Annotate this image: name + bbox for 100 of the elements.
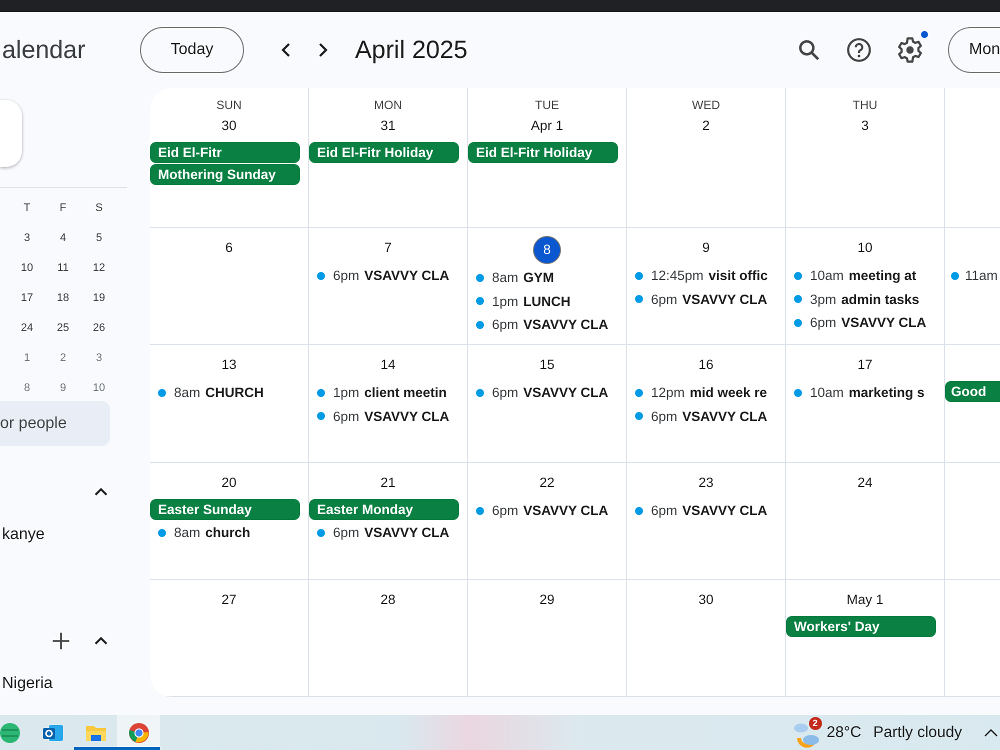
search-icon[interactable] <box>796 37 822 63</box>
date-number[interactable]: 15 <box>539 353 555 379</box>
people-search-field[interactable]: or people <box>0 401 110 446</box>
all-day-event[interactable]: Eid El-Fitr Holiday <box>309 142 459 163</box>
view-button[interactable]: Mon <box>948 27 1000 73</box>
event-time[interactable]: 11am <box>965 268 998 284</box>
mini-calendar-day[interactable]: 5 <box>81 223 117 253</box>
mini-calendar-day[interactable]: 11 <box>45 253 81 283</box>
mini-calendar-day[interactable]: 8 <box>9 373 45 403</box>
event-title[interactable]: client meetin <box>364 385 447 400</box>
today-button[interactable]: Today <box>140 27 244 73</box>
mini-calendar-day[interactable]: 2 <box>45 343 81 373</box>
calendar-list-item[interactable]: Nigeria <box>2 669 53 699</box>
date-number[interactable]: 16 <box>698 353 714 379</box>
event-time[interactable]: 6pm <box>651 292 678 307</box>
mini-calendar-day[interactable]: 12 <box>81 253 117 283</box>
all-day-event[interactable]: Good <box>945 381 1000 402</box>
mini-calendar-day[interactable]: 3 <box>9 223 45 253</box>
mini-calendar-day[interactable]: 10 <box>9 253 45 283</box>
event-title[interactable]: CHURCH <box>205 385 264 400</box>
event-time[interactable]: 1pm <box>492 294 518 309</box>
date-number[interactable]: 6 <box>225 236 233 262</box>
date-number[interactable]: May 1 <box>846 588 884 614</box>
event-time[interactable]: 12:45pm <box>651 268 704 284</box>
date-number[interactable]: 14 <box>380 353 396 379</box>
event-time[interactable]: 6pm <box>333 408 360 424</box>
date-number[interactable]: 7 <box>384 236 392 262</box>
event-title[interactable]: VSAVVY CLA <box>682 408 768 424</box>
event-time[interactable]: 6pm <box>333 268 360 284</box>
mini-calendar-day[interactable]: 17 <box>9 283 45 313</box>
mini-calendar-day[interactable]: 10 <box>81 373 117 403</box>
event-time[interactable]: 6pm <box>492 385 518 400</box>
event-time[interactable]: 6pm <box>651 503 678 518</box>
event-title[interactable]: LUNCH <box>523 294 571 309</box>
date-number[interactable]: 28 <box>380 588 396 614</box>
date-number[interactable]: 3 <box>861 114 869 140</box>
date-number[interactable]: 2 <box>702 114 710 140</box>
date-number[interactable]: 22 <box>539 471 555 497</box>
date-number[interactable]: 8 <box>533 236 561 264</box>
event-title[interactable]: VSAVVY CLA <box>523 385 608 400</box>
add-icon[interactable] <box>50 630 72 652</box>
mini-calendar-day[interactable]: 26 <box>81 313 117 343</box>
date-number[interactable]: 31 <box>380 114 396 140</box>
event-title[interactable]: meeting at <box>848 268 916 284</box>
date-number[interactable]: 30 <box>698 588 714 614</box>
mini-calendar-day[interactable]: 9 <box>45 373 81 403</box>
event-time[interactable]: 8am <box>492 270 518 286</box>
all-day-event[interactable]: Easter Sunday <box>150 499 300 520</box>
event-title[interactable]: VSAVVY CLA <box>682 292 768 307</box>
event-time[interactable]: 10am <box>810 385 844 400</box>
event-time[interactable]: 12pm <box>651 385 685 400</box>
settings-icon[interactable] <box>896 36 924 64</box>
event-time[interactable]: 3pm <box>810 292 836 307</box>
mini-calendar-day[interactable]: 1 <box>9 343 45 373</box>
date-number[interactable]: 13 <box>221 353 237 379</box>
date-number[interactable]: 27 <box>221 588 237 614</box>
date-number[interactable]: 20 <box>221 471 237 497</box>
all-day-event[interactable]: Workers' Day <box>786 616 936 637</box>
event-title[interactable]: admin tasks <box>841 292 920 307</box>
date-number[interactable]: 23 <box>698 471 714 497</box>
taskbar-app-button[interactable] <box>117 715 160 750</box>
event-time[interactable]: 6pm <box>492 317 518 332</box>
event-title[interactable]: marketing s <box>848 385 925 400</box>
mini-calendar-day[interactable]: 19 <box>81 283 117 313</box>
event-time[interactable]: 6pm <box>333 525 360 540</box>
event-title[interactable]: VSAVVY CLA <box>364 268 450 284</box>
date-number[interactable]: 21 <box>380 471 396 497</box>
mini-calendar-day[interactable]: 25 <box>45 313 81 343</box>
event-time[interactable]: 8am <box>174 385 200 400</box>
all-day-event[interactable]: Mothering Sunday <box>150 164 300 185</box>
event-time[interactable]: 6pm <box>492 503 518 518</box>
date-number[interactable]: 29 <box>539 588 555 614</box>
calendar-list-item[interactable]: kanye <box>2 520 45 550</box>
event-title[interactable]: VSAVVY CLA <box>364 525 450 540</box>
all-day-event[interactable]: Easter Monday <box>309 499 459 520</box>
event-time[interactable]: 1pm <box>333 385 360 400</box>
date-number[interactable]: 30 <box>221 114 237 140</box>
event-title[interactable]: mid week re <box>690 385 768 400</box>
date-number[interactable]: 10 <box>857 236 873 262</box>
mini-calendar-day[interactable]: 4 <box>45 223 81 253</box>
event-time[interactable]: 6pm <box>810 315 836 330</box>
event-title[interactable]: VSAVVY CLA <box>364 408 450 424</box>
event-title[interactable]: church <box>205 525 250 540</box>
date-number[interactable]: 9 <box>702 236 710 262</box>
all-day-event[interactable]: Eid El-Fitr Holiday <box>468 142 618 163</box>
mini-calendar-day[interactable]: 18 <box>45 283 81 313</box>
event-title[interactable]: VSAVVY CLA <box>841 315 926 330</box>
all-day-event[interactable]: Eid El-Fitr <box>150 142 300 163</box>
event-time[interactable]: 8am <box>174 525 200 540</box>
date-number[interactable]: 17 <box>857 353 873 379</box>
date-number[interactable]: Apr 1 <box>530 114 564 140</box>
event-time[interactable]: 6pm <box>651 408 678 424</box>
mini-calendar-day[interactable]: 3 <box>81 343 117 373</box>
event-title[interactable]: VSAVVY CLA <box>523 503 608 518</box>
help-icon[interactable] <box>846 37 872 63</box>
date-number[interactable]: 24 <box>857 471 873 497</box>
event-time[interactable]: 10am <box>810 268 844 284</box>
event-title[interactable]: VSAVVY CLA <box>682 503 768 518</box>
mini-calendar-day[interactable]: 24 <box>9 313 45 343</box>
event-title[interactable]: VSAVVY CLA <box>523 317 608 332</box>
